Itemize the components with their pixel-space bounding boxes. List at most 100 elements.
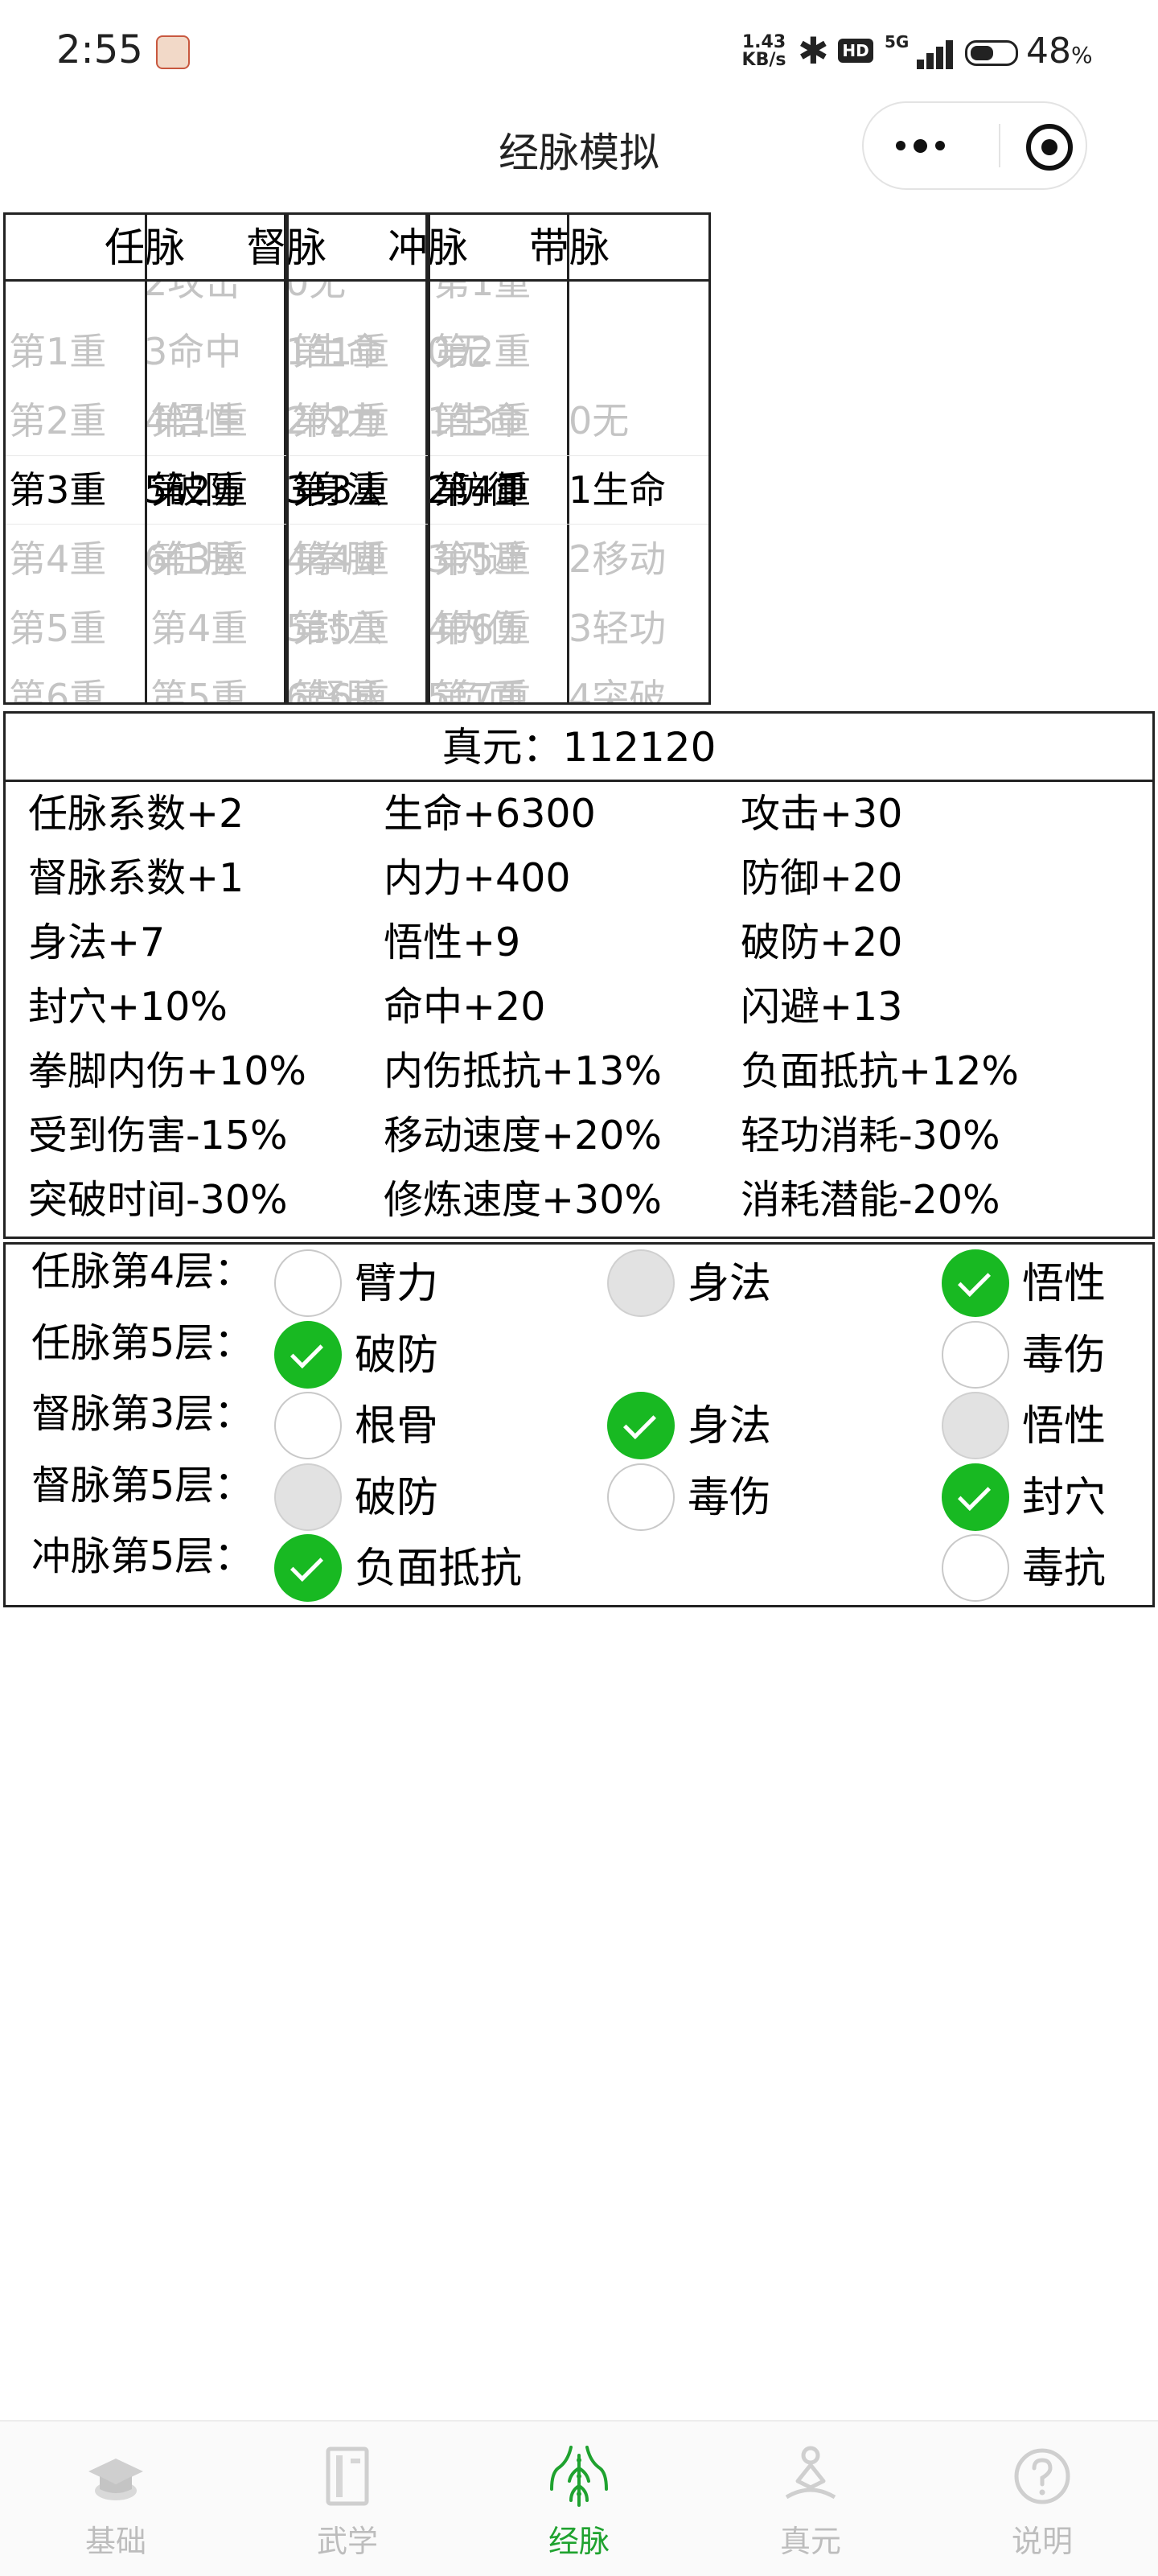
app-notification-icon xyxy=(156,35,190,69)
meridian-name: 带脉 xyxy=(430,215,708,282)
picker-level: 第6重 xyxy=(292,676,390,705)
tab-label: 武学 xyxy=(316,2524,378,2559)
scholar-hat-icon xyxy=(84,2444,148,2508)
option-row-label: 督脉第3层： xyxy=(31,1391,254,1437)
battery-percent: 48% xyxy=(1026,31,1093,72)
option-label: 悟性 xyxy=(1022,1260,1107,1308)
zhenyuan-title: 真元：112120 xyxy=(6,714,1152,782)
picker-level: 第2重 xyxy=(9,399,107,442)
radio-circle-icon xyxy=(274,1392,342,1459)
radio-circle-icon xyxy=(942,1320,1009,1389)
option-label: 身法 xyxy=(688,1402,772,1451)
picker-row[interactable]: 第3重 0无 xyxy=(430,386,708,455)
checkmark-icon xyxy=(942,1249,1009,1317)
picker-level: 第5重 xyxy=(150,676,248,705)
meditation-icon xyxy=(778,2444,843,2508)
picker-row[interactable]: 第6重 3轻功 xyxy=(430,594,708,663)
picker-level: 第2重 xyxy=(292,399,390,442)
stat-item: 负面抵抗+12% xyxy=(741,1048,1019,1094)
radio-circle-icon xyxy=(274,1249,342,1317)
radio-circle-icon xyxy=(942,1392,1009,1459)
stat-item: 封穴+10% xyxy=(28,984,228,1030)
option-label: 毒伤 xyxy=(688,1473,772,1522)
picker-value: 0无 xyxy=(569,399,630,442)
stat-item: 内伤抵抗+13% xyxy=(384,1048,662,1094)
stat-item: 防御+20 xyxy=(741,855,903,901)
radio-circle-icon xyxy=(607,1249,675,1317)
option-label: 悟性 xyxy=(1022,1402,1107,1451)
picker-value: 2移动 xyxy=(569,537,667,581)
picker-row[interactable]: 第2重 xyxy=(430,317,708,386)
radio-circle-icon xyxy=(274,1463,342,1531)
zhenyuan-panel: 真元：112120 任脉系数+2 生命+6300 攻击+30 督脉系数+1 内力+400… xyxy=(3,711,1155,1239)
tab-1[interactable]: 基础 xyxy=(0,2422,232,2576)
option-label: 根骨 xyxy=(355,1402,439,1451)
picker-row-selected[interactable]: 第4重 1生命 xyxy=(430,455,708,525)
option-label: 毒伤 xyxy=(1022,1331,1107,1380)
picker-level: 第4重 xyxy=(150,607,248,650)
picker-value: 3轻功 xyxy=(569,607,667,650)
picker-level: 第1重 xyxy=(150,399,248,442)
tab-label: 基础 xyxy=(84,2524,146,2559)
option-row-label: 任脉第4层： xyxy=(31,1249,254,1294)
options-panel: 任脉第4层： 臂力 身法 悟性 任脉第5层： 破防 毒伤 督脉第3层： 根骨 身法 悟性 督脉第5层：… xyxy=(3,1242,1155,1607)
meridian-body-icon xyxy=(547,2444,611,2508)
picker-level: 第3重 xyxy=(433,399,532,442)
option-label: 负面抵抗 xyxy=(355,1545,523,1593)
stat-item: 突破时间-30% xyxy=(28,1177,288,1223)
tab-4[interactable]: 真元 xyxy=(695,2422,926,2576)
mini-program-capsule xyxy=(862,101,1087,190)
picker-wheel[interactable]: 第1重第2重第3重 0无第4重 1生命 第5重 2移动第6重 3轻功第7重 4突破 xyxy=(430,282,708,705)
status-time: 2:55 xyxy=(56,27,143,72)
picker-level: 第1重 xyxy=(292,330,390,373)
option-row-label: 督脉第5层： xyxy=(31,1462,254,1508)
tab-label: 说明 xyxy=(1011,2524,1073,2559)
picker-row[interactable]: 第5重 2移动 xyxy=(430,525,708,594)
option-label: 臂力 xyxy=(355,1260,439,1308)
stat-item: 身法+7 xyxy=(28,920,166,965)
picker-level: 第5重 xyxy=(9,607,107,650)
hd-badge: HD xyxy=(838,39,873,63)
picker-level: 第6重 xyxy=(9,676,107,705)
stat-item: 生命+6300 xyxy=(384,791,596,837)
status-bar: 2:55 1.43 KB/s ✱ HD 5G 48% xyxy=(0,0,1158,101)
checkmark-icon xyxy=(607,1392,675,1459)
picker-level: 第5重 xyxy=(292,607,390,650)
stat-item: 移动速度+20% xyxy=(384,1113,662,1158)
option-row-label: 冲脉第5层： xyxy=(31,1533,254,1579)
option-label: 封穴 xyxy=(1022,1473,1107,1522)
radio-circle-icon xyxy=(607,1463,675,1531)
stat-item: 轻功消耗-30% xyxy=(741,1113,1000,1158)
meridian-picker-4[interactable]: 带脉 第1重第2重第3重 0无第4重 1生命 第5重 2移动第6重 3轻功第7重 4突破 xyxy=(428,212,711,705)
picker-value: 1生命 xyxy=(569,468,667,512)
more-dots-icon xyxy=(895,141,905,150)
option-label: 身法 xyxy=(688,1260,772,1308)
picker-row[interactable]: 第1重 xyxy=(430,282,708,317)
stat-item: 破防+20 xyxy=(741,920,903,965)
stat-item: 内力+400 xyxy=(384,855,571,901)
book-icon xyxy=(315,2444,380,2508)
stat-item: 拳脚内伤+10% xyxy=(28,1048,306,1094)
tab-5[interactable]: 说明 xyxy=(926,2422,1158,2576)
battery-unit: % xyxy=(1071,42,1093,68)
radio-circle-icon xyxy=(942,1534,1009,1602)
battery-value: 48 xyxy=(1026,31,1071,72)
checkmark-icon xyxy=(942,1463,1009,1531)
picker-level: 第7重 xyxy=(433,676,532,705)
nav-header: 经脉模拟 xyxy=(0,101,1158,206)
bluetooth-icon: ✱ xyxy=(798,29,829,72)
stat-item: 消耗潜能-20% xyxy=(741,1177,1000,1223)
stat-item: 攻击+30 xyxy=(741,791,903,837)
picker-level: 第2重 xyxy=(433,330,532,373)
tab-3[interactable]: 经脉 xyxy=(463,2422,695,2576)
more-menu-button[interactable] xyxy=(864,103,976,188)
tab-bar: 基础 武学 经脉 真元 说明 xyxy=(0,2420,1158,2576)
signal-icon: 5G xyxy=(885,32,959,69)
tab-2[interactable]: 武学 xyxy=(232,2422,463,2576)
close-target-button[interactable] xyxy=(1026,124,1073,171)
battery-icon xyxy=(965,40,1018,66)
picker-level: 第1重 xyxy=(9,330,107,373)
picker-level: 第6重 xyxy=(433,607,532,650)
picker-row[interactable]: 第7重 4突破 xyxy=(430,663,708,705)
option-row-label: 任脉第5层： xyxy=(31,1319,254,1366)
